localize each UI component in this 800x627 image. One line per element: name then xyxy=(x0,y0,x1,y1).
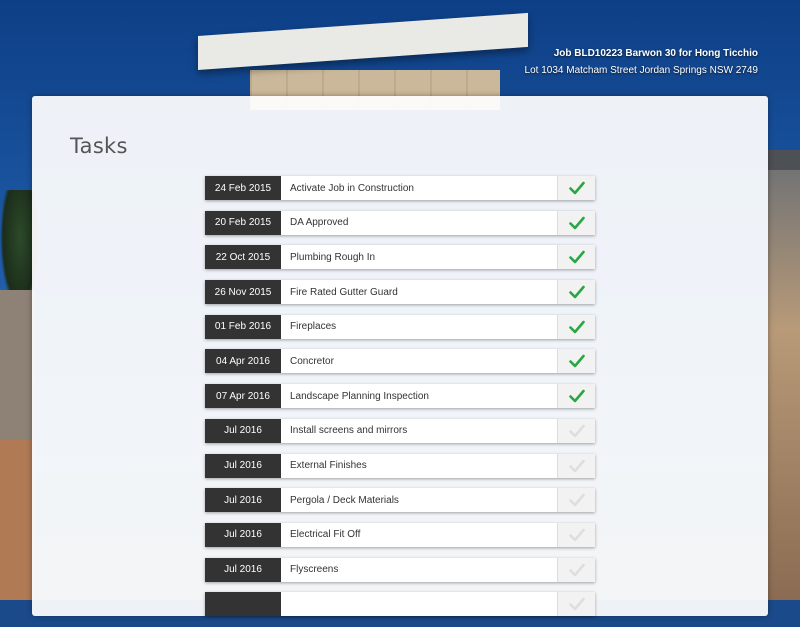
task-row[interactable]: 24 Feb 2015 Activate Job in Construction xyxy=(205,176,595,200)
task-name xyxy=(281,592,557,617)
task-name: Fire Rated Gutter Guard xyxy=(281,280,557,305)
task-date: 26 Nov 2015 xyxy=(205,280,281,305)
task-date: Jul 2016 xyxy=(205,418,281,443)
page-title: Tasks xyxy=(70,134,128,158)
task-name: External Finishes xyxy=(281,453,557,478)
task-name: Plumbing Rough In xyxy=(281,245,557,270)
task-status[interactable] xyxy=(557,453,595,478)
right-fence-cap xyxy=(768,150,800,170)
task-name: Flyscreens xyxy=(281,557,557,582)
task-name: DA Approved xyxy=(281,210,557,235)
task-status[interactable] xyxy=(557,280,595,305)
check-icon xyxy=(568,528,585,542)
task-row[interactable]: Jul 2016 Flyscreens xyxy=(205,557,595,582)
task-date: 07 Apr 2016 xyxy=(205,384,281,409)
task-name: Electrical Fit Off xyxy=(281,522,557,547)
check-icon xyxy=(568,251,585,264)
task-name: Activate Job in Construction xyxy=(281,176,557,200)
job-header: Job BLD10223 Barwon 30 for Hong Ticchio … xyxy=(525,46,758,80)
task-name: Pergola / Deck Materials xyxy=(281,488,557,513)
task-row[interactable]: Jul 2016 External Finishes xyxy=(205,453,595,478)
check-icon xyxy=(568,216,585,229)
task-row[interactable]: 07 Apr 2016 Landscape Planning Inspection xyxy=(205,384,595,409)
task-status[interactable] xyxy=(557,418,595,443)
task-row[interactable]: Jul 2016 Pergola / Deck Materials xyxy=(205,488,595,513)
task-date: Jul 2016 xyxy=(205,488,281,513)
task-row[interactable]: Jul 2016 Electrical Fit Off xyxy=(205,522,595,547)
task-status[interactable] xyxy=(557,210,595,235)
task-status[interactable] xyxy=(557,557,595,582)
check-icon xyxy=(568,181,585,195)
task-date: 01 Feb 2016 xyxy=(205,314,281,339)
right-fence xyxy=(768,150,800,600)
check-icon xyxy=(568,459,585,472)
task-row[interactable]: Jul 2016 Install screens and mirrors xyxy=(205,418,595,443)
check-icon xyxy=(568,424,585,438)
check-icon xyxy=(568,597,585,611)
task-date: Jul 2016 xyxy=(205,453,281,478)
task-date: Jul 2016 xyxy=(205,522,281,547)
task-status[interactable] xyxy=(557,245,595,270)
task-name: Landscape Planning Inspection xyxy=(281,384,557,409)
task-list: 24 Feb 2015 Activate Job in Construction 2… xyxy=(205,176,595,627)
task-name: Fireplaces xyxy=(281,314,557,339)
check-icon xyxy=(568,563,585,576)
task-status[interactable] xyxy=(557,522,595,547)
task-date: 24 Feb 2015 xyxy=(205,176,281,200)
check-icon xyxy=(568,389,585,403)
task-status[interactable] xyxy=(557,349,595,374)
tasks-panel: Tasks 24 Feb 2015 Activate Job in Constru… xyxy=(32,96,768,617)
check-icon xyxy=(568,493,585,507)
job-address: Lot 1034 Matcham Street Jordan Springs N… xyxy=(524,65,758,76)
check-icon xyxy=(568,320,585,334)
task-status[interactable] xyxy=(557,488,595,513)
task-row[interactable]: 26 Nov 2015 Fire Rated Gutter Guard xyxy=(205,280,595,305)
task-date xyxy=(205,592,281,617)
task-row[interactable]: 20 Feb 2015 DA Approved xyxy=(205,210,595,235)
check-icon xyxy=(568,285,585,299)
task-date: 20 Feb 2015 xyxy=(205,210,281,235)
check-icon xyxy=(568,355,585,368)
job-title: Job BLD10223 Barwon 30 for Hong Ticchio xyxy=(553,48,758,59)
task-row[interactable]: 04 Apr 2016 Concretor xyxy=(205,349,595,374)
task-name: Install screens and mirrors xyxy=(281,418,557,443)
task-status[interactable] xyxy=(557,314,595,339)
task-status[interactable] xyxy=(557,592,595,617)
task-name: Concretor xyxy=(281,349,557,374)
task-date: 04 Apr 2016 xyxy=(205,349,281,374)
task-status[interactable] xyxy=(557,384,595,409)
task-row[interactable]: 22 Oct 2015 Plumbing Rough In xyxy=(205,245,595,270)
task-status[interactable] xyxy=(557,176,595,200)
left-path xyxy=(0,440,34,600)
task-row[interactable] xyxy=(205,592,595,617)
task-date: Jul 2016 xyxy=(205,557,281,582)
task-date: 22 Oct 2015 xyxy=(205,245,281,270)
task-row[interactable]: 01 Feb 2016 Fireplaces xyxy=(205,314,595,339)
